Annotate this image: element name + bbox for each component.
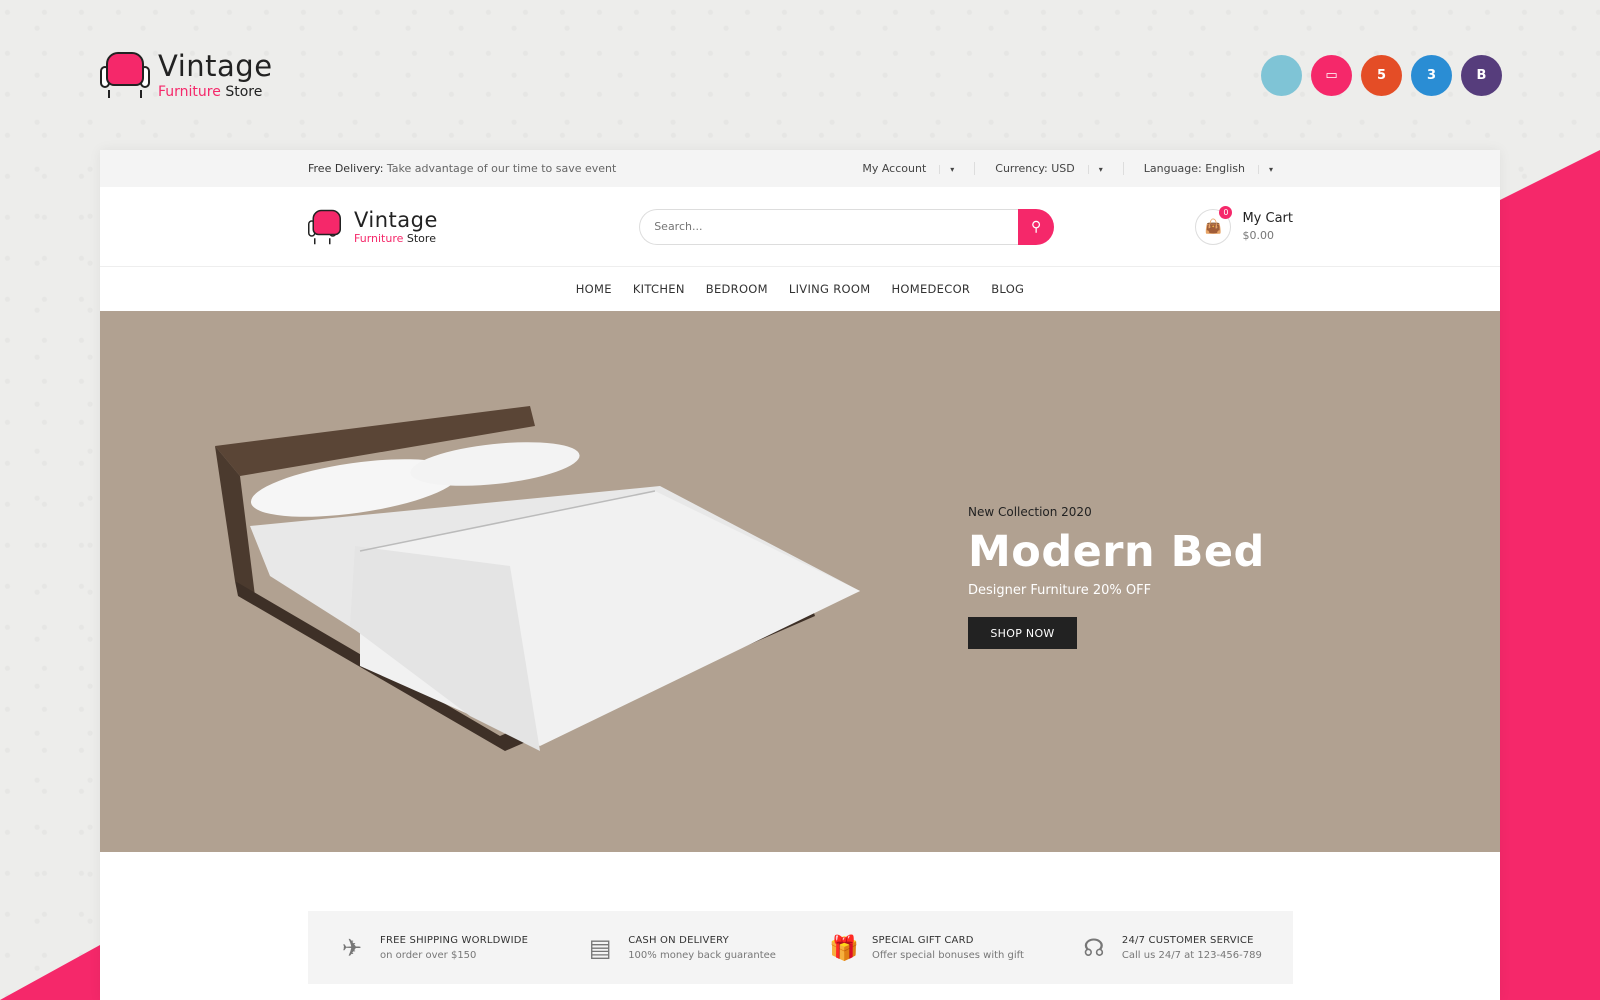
- armchair-icon: [100, 50, 150, 100]
- feature-shipping: ✈ FREE SHIPPING WORLDWIDE on order over $…: [336, 932, 528, 964]
- tech-badges: ▭ 5 3 B: [1261, 55, 1502, 96]
- search-bar: ⚲: [639, 208, 1055, 245]
- currency-dropdown[interactable]: Currency: USD ▾: [974, 162, 1122, 175]
- feature-customer-service: ☊ 24/7 CUSTOMER SERVICE Call us 24/7 at 1…: [1078, 932, 1262, 964]
- wallet-icon: ▤: [588, 933, 612, 962]
- headset-icon: ☊: [1083, 933, 1105, 962]
- cart-title: My Cart: [1242, 210, 1293, 226]
- main-nav: HOME KITCHEN BEDROOM LIVING ROOM HOMEDEC…: [100, 267, 1500, 311]
- chevron-down-icon: ▾: [1087, 165, 1113, 174]
- search-icon: ⚲: [1031, 218, 1042, 234]
- shop-now-button[interactable]: SHOP NOW: [968, 617, 1077, 649]
- account-dropdown[interactable]: My Account ▾: [842, 162, 974, 175]
- site-header: Vintage Furniture Store ⚲ 👜 0 My Cart $0…: [100, 187, 1500, 267]
- responsive-icon: ▭: [1311, 55, 1352, 96]
- cart-widget[interactable]: 👜 0 My Cart $0.00: [1195, 205, 1293, 245]
- features-strip: ✈ FREE SHIPPING WORLDWIDE on order over $…: [308, 911, 1293, 984]
- site-preview-frame: Free Delivery: Take advantage of our tim…: [100, 150, 1500, 1000]
- cart-count-badge: 0: [1219, 205, 1233, 219]
- nav-item-homedecor[interactable]: HOMEDECOR: [891, 282, 970, 296]
- hero-title: Modern Bed: [968, 527, 1265, 577]
- airplane-icon: ✈: [341, 933, 363, 962]
- css3-icon: 3: [1411, 55, 1452, 96]
- top-bar: Free Delivery: Take advantage of our tim…: [100, 150, 1500, 187]
- feature-gift-card: 🎁 SPECIAL GIFT CARD Offer special bonuses…: [829, 933, 1024, 962]
- brand-subtitle: Furniture Store: [158, 83, 263, 100]
- outer-brand-logo: Vintage Furniture Store: [100, 50, 273, 100]
- search-button[interactable]: ⚲: [1018, 208, 1055, 245]
- html5-icon: 5: [1361, 55, 1402, 96]
- language-dropdown[interactable]: Language: English ▾: [1122, 162, 1293, 175]
- hero-subtitle: Designer Furniture 20% OFF: [968, 583, 1152, 598]
- chevron-down-icon: ▾: [939, 165, 965, 174]
- decor-pink-shape-right: [1500, 150, 1600, 1000]
- nav-item-bedroom[interactable]: BEDROOM: [706, 282, 768, 296]
- shopping-bag-icon: 👜 0: [1195, 205, 1233, 245]
- hero-banner: New Collection 2020 Modern Bed Designer …: [100, 311, 1500, 852]
- delivery-notice: Free Delivery: Take advantage of our tim…: [308, 162, 617, 175]
- bed-image: [215, 406, 860, 751]
- brand-name: Vintage: [158, 48, 273, 83]
- gift-icon: 🎁: [829, 933, 859, 962]
- nav-item-blog[interactable]: BLOG: [991, 282, 1024, 296]
- nav-item-kitchen[interactable]: KITCHEN: [633, 282, 685, 296]
- cart-total: $0.00: [1242, 228, 1274, 242]
- hero-kicker: New Collection 2020: [968, 505, 1092, 519]
- feature-cash-on-delivery: ▤ CASH ON DELIVERY 100% money back guaran…: [584, 932, 776, 964]
- nav-item-living-room[interactable]: LIVING ROOM: [789, 282, 871, 296]
- site-logo[interactable]: Vintage Furniture Store: [308, 202, 438, 252]
- bootstrap-icon: B: [1461, 55, 1502, 96]
- nav-item-home[interactable]: HOME: [576, 282, 612, 296]
- chevron-down-icon: ▾: [1257, 165, 1283, 174]
- prestashop-icon: [1261, 55, 1302, 96]
- armchair-icon: [308, 208, 341, 246]
- search-input[interactable]: [639, 208, 1019, 245]
